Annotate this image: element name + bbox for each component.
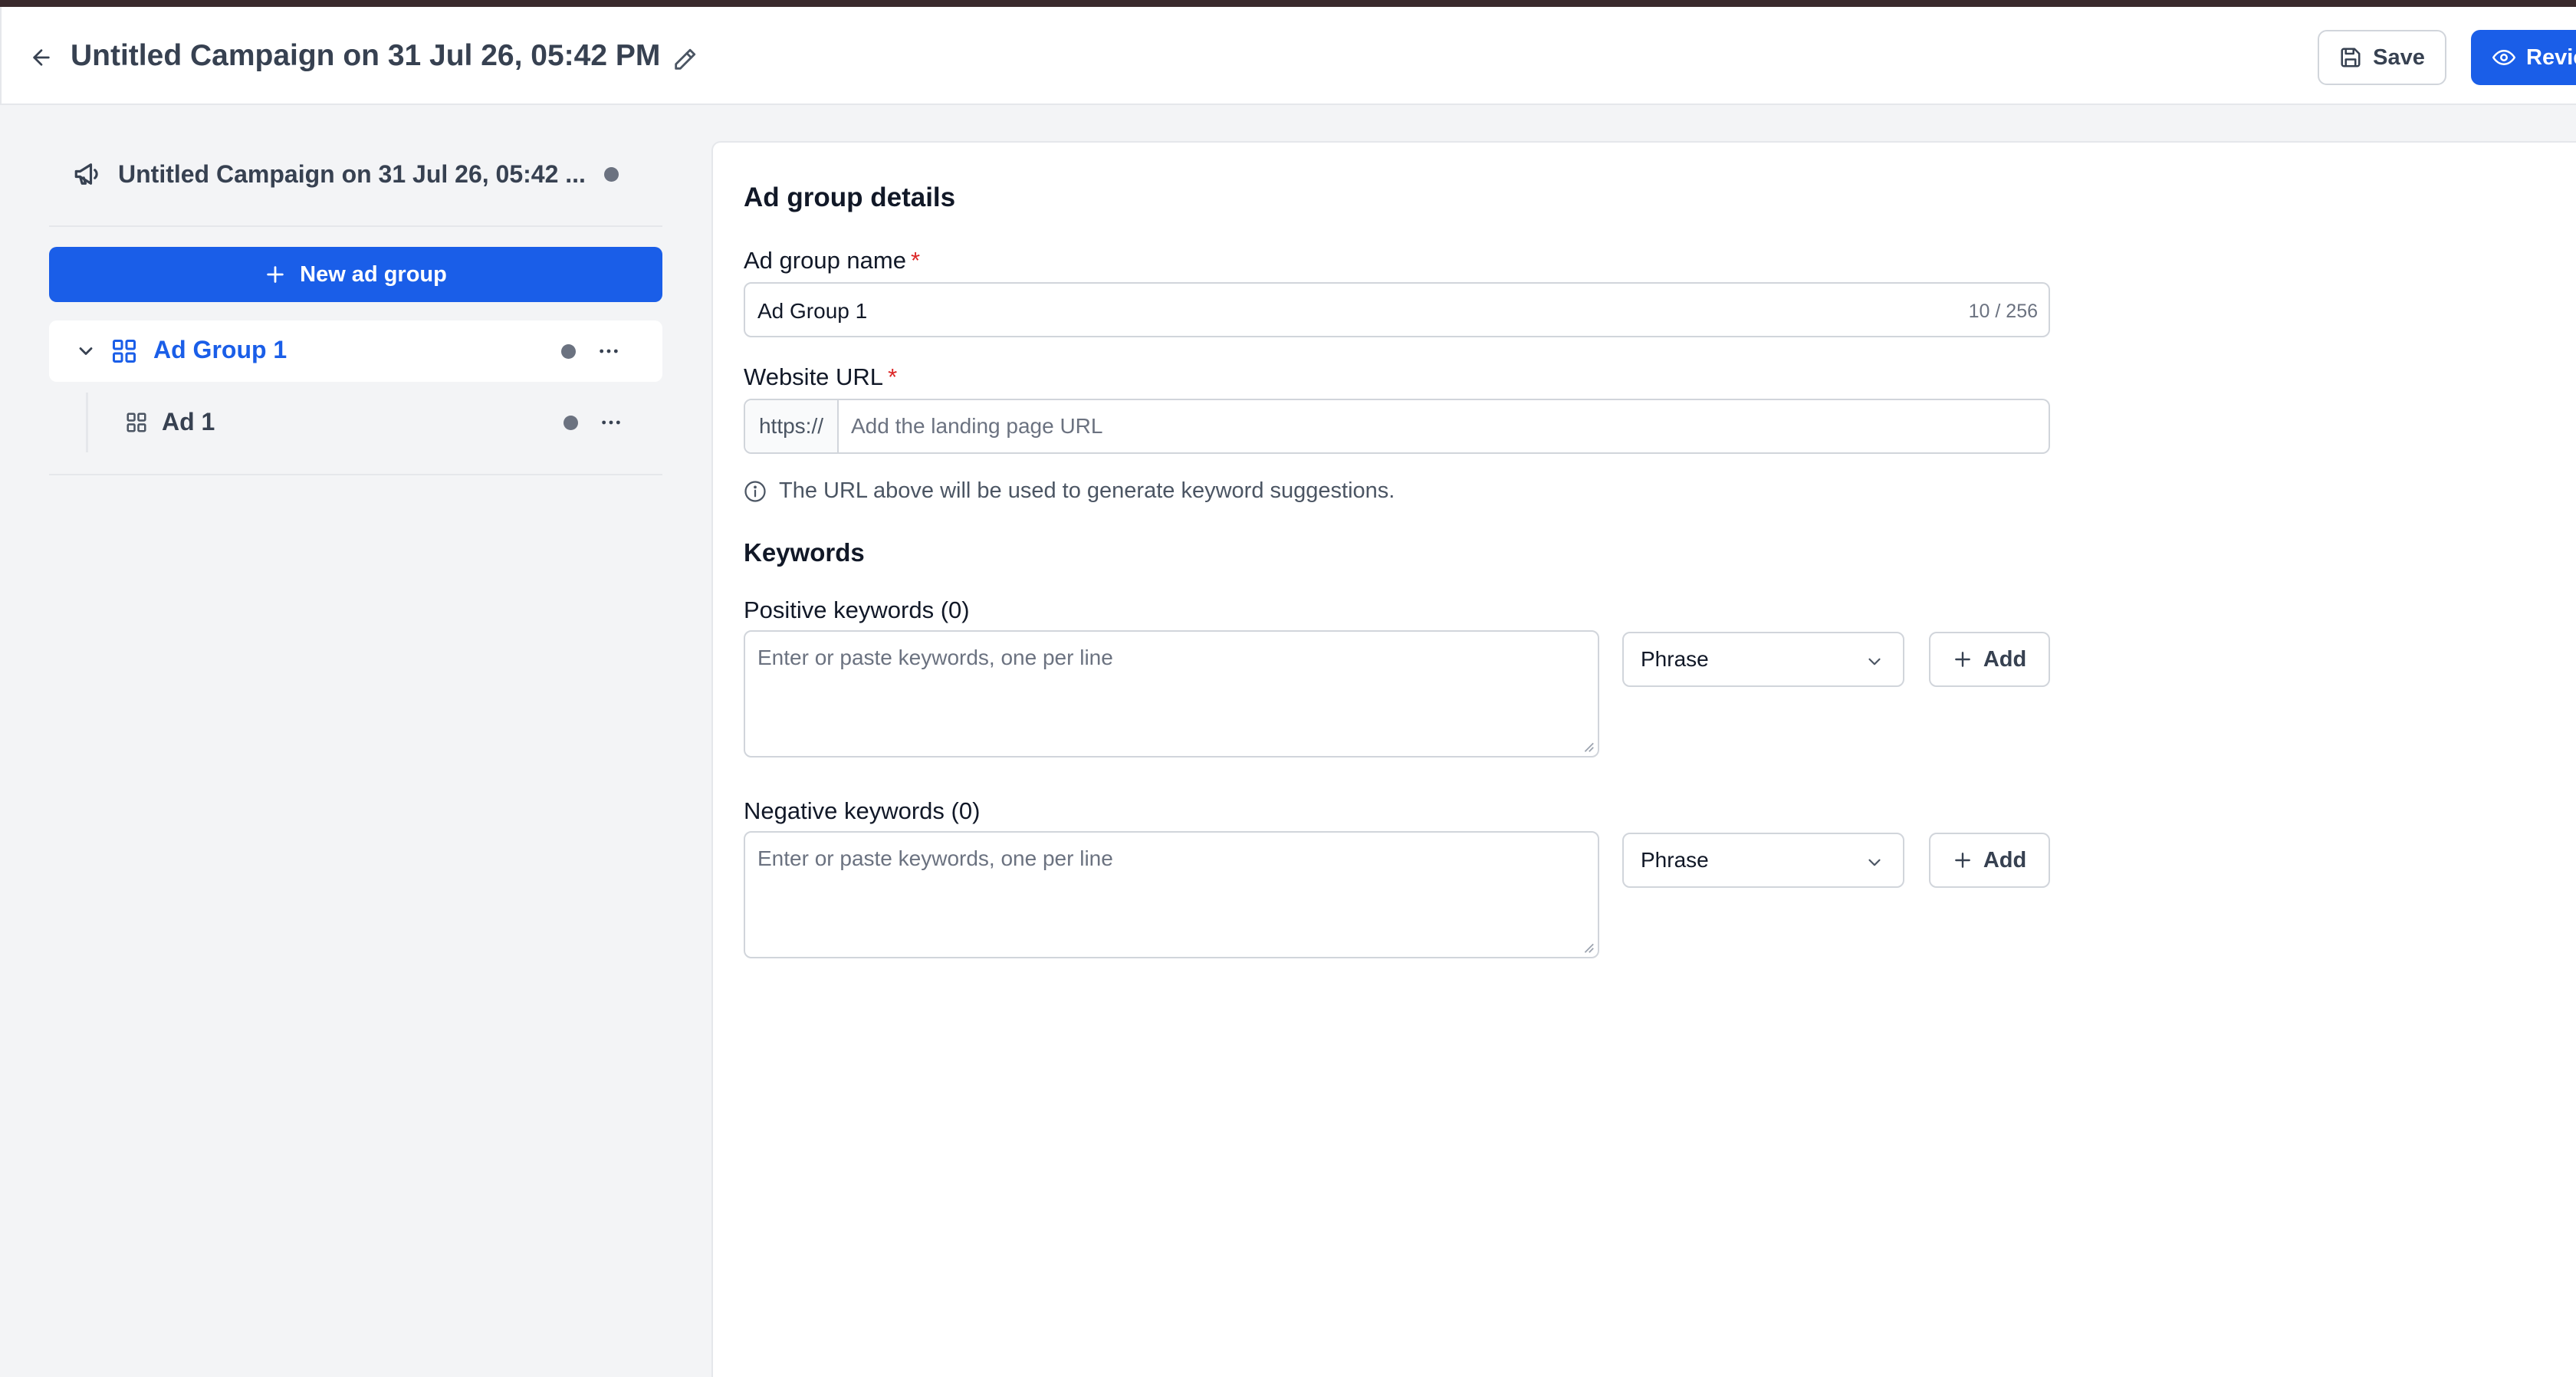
- back-button[interactable]: [26, 42, 57, 73]
- sidebar-campaign-row[interactable]: Untitled Campaign on 31 Jul 26, 05:42 ..…: [72, 155, 632, 193]
- review-button-label: Review: [2526, 44, 2576, 70]
- chevron-down-icon[interactable]: [75, 340, 97, 362]
- info-icon: [744, 480, 766, 502]
- ad-group-status-dot: [561, 344, 576, 359]
- plus-icon: [267, 266, 284, 283]
- url-prefix: https://: [745, 400, 839, 452]
- megaphone-icon: [74, 163, 98, 185]
- positive-match-type-value: Phrase: [1641, 647, 1709, 671]
- add-button-label: Add: [1983, 847, 2027, 873]
- ad-group-name-value: Ad Group 1: [757, 299, 868, 323]
- negative-match-type-value: Phrase: [1641, 848, 1709, 872]
- sidebar-divider: [49, 225, 662, 227]
- ad-label: Ad 1: [162, 408, 215, 435]
- required-mark: *: [888, 363, 898, 390]
- add-button-label: Add: [1983, 646, 2027, 672]
- review-button[interactable]: Review: [2471, 30, 2576, 85]
- arrow-left-icon: [33, 49, 50, 66]
- plus-icon: [1954, 853, 1970, 868]
- new-ad-group-label: New ad group: [300, 261, 447, 287]
- more-horizontal-icon[interactable]: [599, 410, 623, 435]
- page-title: Untitled Campaign on 31 Jul 26, 05:42 PM: [71, 39, 661, 72]
- eye-icon: [2492, 50, 2515, 65]
- new-ad-group-button[interactable]: New ad group: [49, 247, 662, 302]
- negative-keywords-label: Negative keywords (0): [744, 797, 981, 824]
- sidebar-item-ad-group[interactable]: Ad Group 1: [49, 320, 662, 382]
- section-title: Ad group details: [744, 182, 956, 212]
- sidebar-divider: [49, 474, 662, 475]
- ad-status-dot: [564, 416, 578, 430]
- sidebar-campaign-name: Untitled Campaign on 31 Jul 26, 05:42 ..…: [118, 159, 586, 188]
- positive-keywords-textarea[interactable]: Enter or paste keywords, one per line: [744, 630, 1599, 758]
- floppy-disk-icon: [2341, 48, 2361, 67]
- save-button-label: Save: [2373, 44, 2425, 70]
- browser-top-strip: [0, 0, 2576, 7]
- website-url-label: Website URL *: [744, 363, 898, 390]
- campaign-status-dot: [603, 166, 619, 182]
- positive-keywords-label: Positive keywords (0): [744, 596, 970, 623]
- page-header: Untitled Campaign on 31 Jul 26, 05:42 PM…: [0, 7, 2576, 105]
- save-button[interactable]: Save: [2318, 30, 2446, 85]
- add-positive-keywords-button[interactable]: Add: [1929, 632, 2050, 687]
- ad-group-name-input[interactable]: Ad Group 1 10 / 256: [744, 282, 2050, 337]
- pencil-icon[interactable]: [672, 47, 698, 73]
- ad-group-label: Ad Group 1: [153, 336, 288, 363]
- positive-match-type-select[interactable]: Phrase: [1622, 632, 1904, 687]
- negative-keywords-placeholder: Enter or paste keywords, one per line: [757, 846, 1113, 870]
- character-count: 10 / 256: [1968, 301, 2038, 322]
- chevron-down-icon: [1868, 859, 1881, 866]
- plus-icon: [1954, 652, 1970, 667]
- add-negative-keywords-button[interactable]: Add: [1929, 833, 2050, 888]
- url-hint-text: The URL above will be used to generate k…: [779, 478, 1395, 503]
- sidebar-item-ad[interactable]: Ad 1: [86, 393, 662, 452]
- url-hint: The URL above will be used to generate k…: [744, 478, 1395, 504]
- website-url-input[interactable]: https:// Add the landing page URL: [744, 399, 2050, 454]
- resize-grip-icon[interactable]: [1581, 940, 1595, 954]
- resize-grip-icon[interactable]: [1581, 739, 1595, 753]
- grid-icon: [127, 412, 146, 432]
- keywords-heading: Keywords: [744, 538, 865, 567]
- more-horizontal-icon[interactable]: [596, 339, 621, 363]
- chevron-down-icon: [1868, 658, 1881, 665]
- positive-keywords-placeholder: Enter or paste keywords, one per line: [757, 646, 1113, 669]
- grid-icon: [113, 340, 136, 363]
- negative-keywords-textarea[interactable]: Enter or paste keywords, one per line: [744, 831, 1599, 958]
- ad-group-name-label: Ad group name *: [744, 247, 921, 274]
- required-mark: *: [910, 247, 921, 274]
- negative-match-type-select[interactable]: Phrase: [1622, 833, 1904, 888]
- url-placeholder: Add the landing page URL: [851, 414, 1103, 438]
